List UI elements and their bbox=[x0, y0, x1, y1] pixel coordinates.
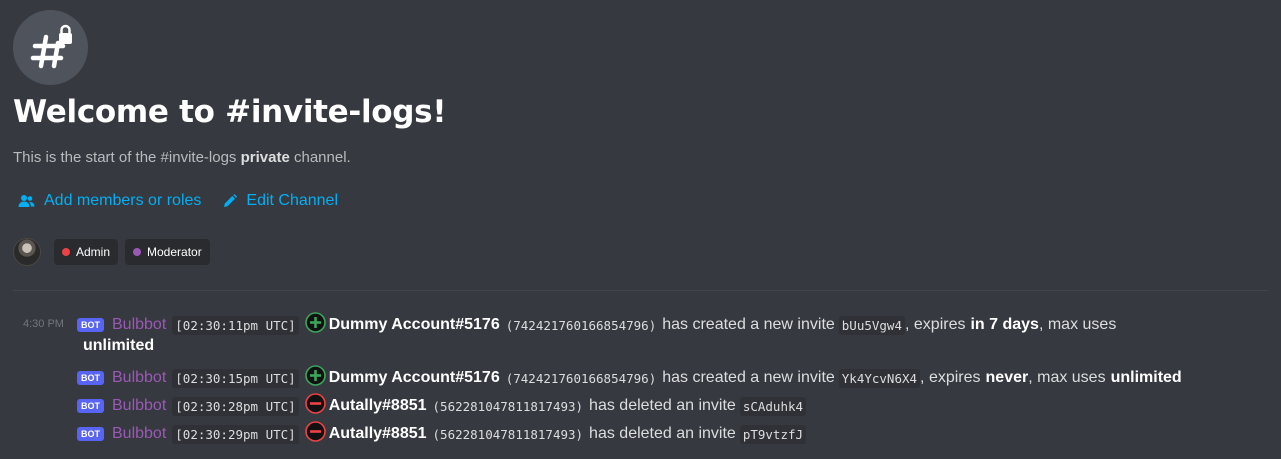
action-text: has created a new invite bbox=[662, 369, 835, 386]
message-row: BOT Bulbbot [02:30:11pm UTC] Dummy Accou… bbox=[77, 312, 1116, 338]
bot-badge: BOT bbox=[77, 399, 104, 413]
action-text: has deleted an invite bbox=[589, 397, 736, 414]
expires-value: in 7 days bbox=[970, 316, 1039, 333]
private-channel-icon bbox=[13, 10, 88, 85]
user-id: (742421760166854796) bbox=[505, 370, 657, 386]
channel-actions: Add members or roles Edit Channel bbox=[18, 192, 338, 210]
user-name: Autally#8851 bbox=[328, 397, 427, 414]
expires-value: never bbox=[985, 369, 1029, 386]
minus-circle-icon bbox=[304, 421, 326, 447]
user-name: Dummy Account#5176 bbox=[328, 369, 500, 386]
user-name: Autally#8851 bbox=[328, 425, 427, 442]
edit-channel-label: Edit Channel bbox=[246, 192, 339, 209]
add-members-button[interactable]: Add members or roles bbox=[18, 192, 201, 210]
avatar[interactable] bbox=[13, 238, 41, 266]
bot-badge: BOT bbox=[77, 318, 104, 332]
max-uses-value: unlimited bbox=[1110, 369, 1182, 386]
user-id: (562281047811817493) bbox=[432, 398, 584, 414]
log-time: [02:30:11pm UTC] bbox=[172, 315, 299, 335]
user-id: (742421760166854796) bbox=[505, 317, 657, 333]
role-chip-admin[interactable]: Admin bbox=[54, 239, 119, 265]
plus-circle-icon bbox=[304, 312, 326, 338]
subtitle-prefix: This is the start of the #invite-logs bbox=[13, 149, 237, 166]
expires-label: , expires bbox=[905, 316, 966, 333]
subtitle-bold: private bbox=[240, 149, 290, 166]
author-name[interactable]: Bulbbot bbox=[112, 397, 166, 415]
edit-channel-button[interactable]: Edit Channel bbox=[223, 192, 338, 210]
expires-label: , expires bbox=[920, 369, 981, 386]
page-title: Welcome to #invite-logs! bbox=[13, 94, 447, 130]
bot-badge: BOT bbox=[77, 371, 104, 385]
max-uses-value: unlimited bbox=[83, 337, 155, 354]
role-chip-moderator[interactable]: Moderator bbox=[125, 239, 210, 265]
log-time: [02:30:28pm UTC] bbox=[172, 396, 299, 416]
divider bbox=[13, 290, 1268, 291]
max-uses-label: , max uses bbox=[1038, 316, 1117, 333]
role-name: Moderator bbox=[147, 245, 202, 259]
author-name[interactable]: Bulbbot bbox=[112, 369, 166, 387]
channel-access-list: Admin Moderator bbox=[13, 238, 210, 266]
people-icon bbox=[18, 194, 35, 208]
max-uses-label: , max uses bbox=[1028, 369, 1106, 386]
user-id: (562281047811817493) bbox=[432, 426, 584, 442]
author-name[interactable]: Bulbbot bbox=[112, 316, 166, 334]
plus-circle-icon bbox=[304, 365, 326, 391]
message-timestamp[interactable]: 4:30 PM bbox=[23, 318, 64, 330]
role-color-dot bbox=[133, 248, 142, 256]
invite-code: sCAduhk4 bbox=[739, 396, 807, 416]
subtitle-suffix: channel. bbox=[293, 149, 351, 166]
role-name: Admin bbox=[76, 245, 111, 259]
invite-code: Yk4YcvN6X4 bbox=[838, 368, 921, 388]
invite-code: bUu5Vgw4 bbox=[838, 315, 905, 335]
user-name: Dummy Account#5176 bbox=[328, 316, 500, 333]
pencil-icon bbox=[223, 194, 238, 208]
action-text: has deleted an invite bbox=[589, 425, 736, 442]
add-members-label: Add members or roles bbox=[44, 192, 202, 209]
role-color-dot bbox=[62, 248, 70, 256]
channel-start-text: This is the start of the #invite-logs pr… bbox=[13, 149, 351, 166]
log-time: [02:30:29pm UTC] bbox=[172, 424, 299, 444]
author-name[interactable]: Bulbbot bbox=[112, 425, 166, 443]
log-time: [02:30:15pm UTC] bbox=[172, 368, 299, 388]
message-row: BOT Bulbbot [02:30:29pm UTC] Autally#885… bbox=[77, 421, 807, 447]
message-row-continued: unlimited bbox=[83, 337, 154, 355]
message-row: BOT Bulbbot [02:30:28pm UTC] Autally#885… bbox=[77, 393, 807, 419]
bot-badge: BOT bbox=[77, 427, 104, 441]
minus-circle-icon bbox=[304, 393, 326, 419]
invite-code: pT9vtzfJ bbox=[739, 424, 807, 444]
action-text: has created a new invite bbox=[662, 316, 835, 333]
message-row: BOT Bulbbot [02:30:15pm UTC] Dummy Accou… bbox=[77, 365, 1182, 391]
